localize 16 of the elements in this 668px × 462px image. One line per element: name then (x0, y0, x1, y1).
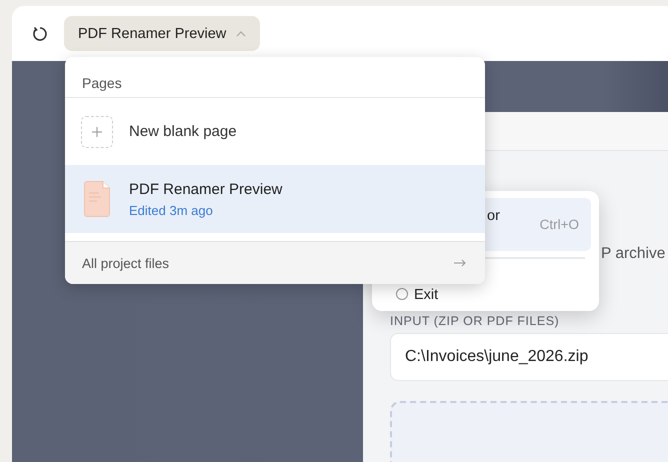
circle-icon (396, 288, 408, 300)
arrow-icon (454, 259, 466, 267)
description-text: P archive (601, 245, 666, 263)
page-switcher[interactable]: PDF Renamer Preview (64, 16, 260, 51)
input-label: INPUT (ZIP OR PDF FILES) (390, 314, 560, 328)
input-field[interactable]: C:\Invoices\june_2026.zip (390, 333, 668, 381)
menu-heading: Pages (65, 57, 485, 98)
edited-time: Edited 3m ago (129, 202, 214, 218)
page-item[interactable]: New blank page (65, 98, 485, 165)
caret-icon (236, 30, 246, 36)
document-icon (84, 181, 110, 217)
all-files-link[interactable]: All project files (65, 241, 485, 284)
page-item[interactable]: PDF Renamer Preview Edited 3m ago (65, 165, 485, 233)
plus-icon (81, 116, 113, 148)
refresh-icon[interactable] (32, 26, 48, 42)
shortcut-text: Ctrl+O (540, 217, 579, 232)
